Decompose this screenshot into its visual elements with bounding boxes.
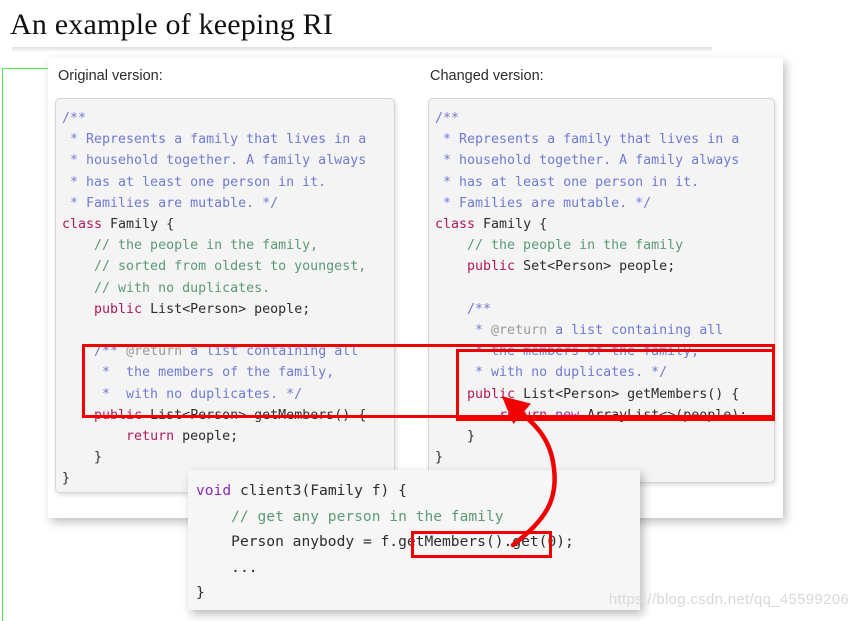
original-code-text: /** * Represents a family that lives in … bbox=[62, 111, 367, 487]
watermark-text: https://blog.csdn.net/qq_45599206 bbox=[608, 591, 849, 608]
changed-code-text: /** * Represents a family that lives in … bbox=[435, 111, 748, 466]
changed-version-heading: Changed version: bbox=[430, 68, 544, 84]
page-title: An example of keeping RI bbox=[10, 8, 334, 41]
original-version-heading: Original version: bbox=[58, 68, 163, 84]
slide-root: An example of keeping RI Original versio… bbox=[0, 0, 857, 621]
original-code-box: /** * Represents a family that lives in … bbox=[55, 98, 395, 493]
title-underline-shadow bbox=[12, 47, 712, 52]
client-code-overlay: void client3(Family f) { // get any pers… bbox=[188, 470, 640, 610]
changed-code-box: /** * Represents a family that lives in … bbox=[428, 98, 775, 483]
client-code-text: void client3(Family f) { // get any pers… bbox=[196, 482, 574, 601]
